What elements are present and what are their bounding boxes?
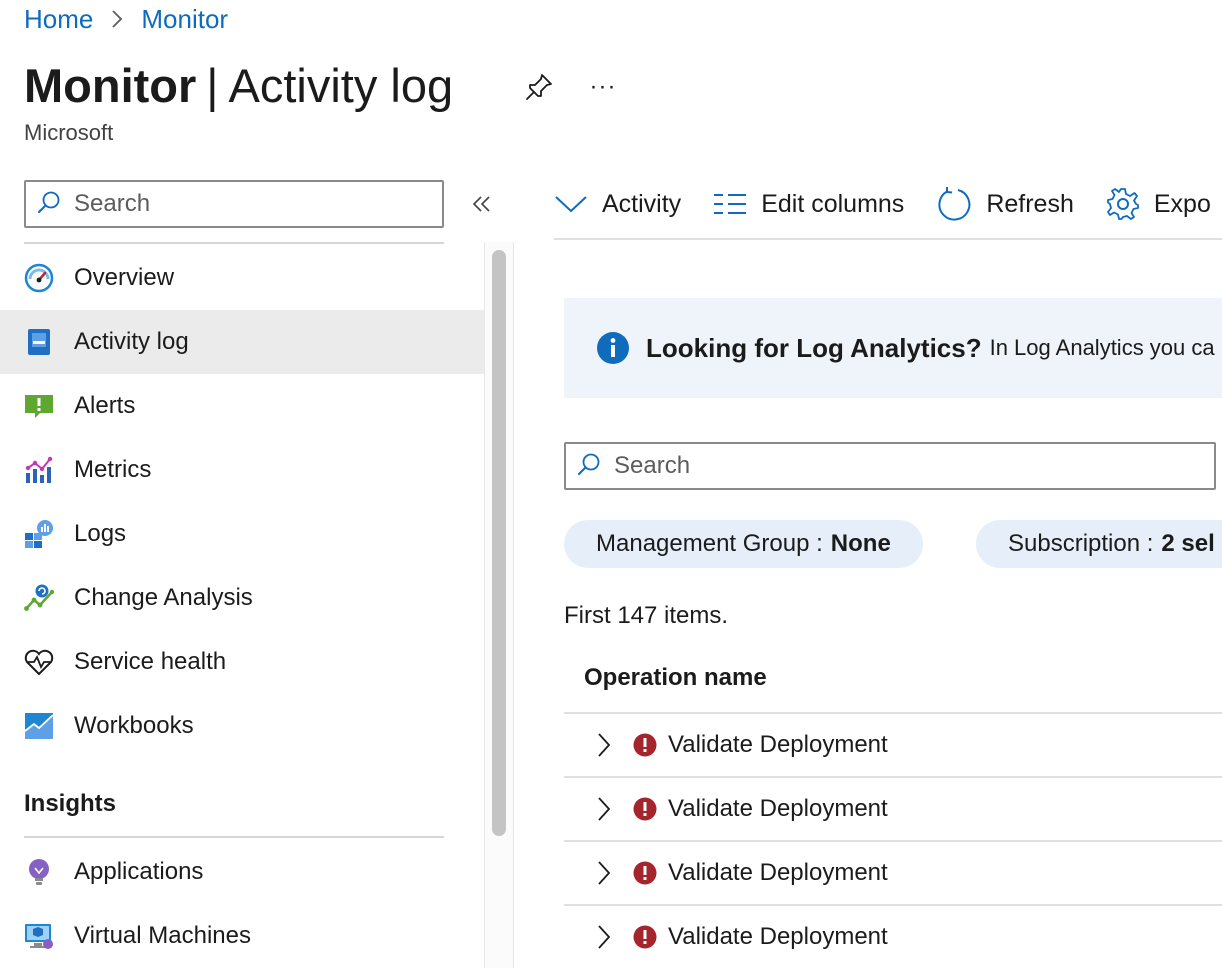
banner-text: In Log Analytics you ca [989, 335, 1215, 360]
sidebar-item-label: Logs [74, 520, 127, 547]
sidebar-item-label: Virtual Machines [74, 922, 251, 949]
sidebar-item-label: Activity log [74, 328, 189, 355]
export-button[interactable]: Expo [1106, 187, 1211, 221]
sidebar-item-label: Overview [74, 264, 175, 291]
sidebar-item-label: Change Analysis [74, 584, 253, 611]
filter-value: None [830, 530, 891, 557]
operation-name: Validate Deployment [668, 795, 888, 822]
sidebar-search-box[interactable] [24, 180, 444, 228]
edit-columns-button-label: Edit columns [761, 189, 905, 218]
column-header-operation-name[interactable]: Operation name [584, 664, 767, 692]
command-bar: Activity Edit columns Refresh Expo [554, 176, 1222, 232]
sidebar-item-label: Service health [74, 648, 227, 675]
sidebar-divider [24, 242, 444, 244]
filter-pill-management-group[interactable]: Management Group : None [564, 520, 923, 568]
sidebar-item-logs[interactable]: Logs [0, 502, 484, 566]
sidebar-item-label: Applications [74, 858, 204, 885]
gear-icon [1106, 187, 1140, 221]
filter-label: Subscription : [1008, 530, 1154, 557]
monitor-activity-log-page: Home Monitor Monitor | Activity log ··· Mi… [0, 0, 1222, 968]
table-row[interactable]: Validate Deployment [564, 778, 1222, 842]
results-count: First 147 items. [564, 602, 729, 629]
filter-value: 2 sel [1161, 530, 1215, 557]
change-analysis-icon [24, 583, 54, 613]
chevron-down-icon [554, 193, 588, 215]
expand-chevron-icon[interactable] [586, 727, 622, 763]
page-subtitle: Microsoft [24, 120, 114, 145]
expand-chevron-icon[interactable] [586, 919, 622, 955]
collapse-sidebar-icon[interactable] [466, 186, 498, 222]
operation-name: Validate Deployment [668, 859, 888, 886]
breadcrumb: Home Monitor [24, 2, 228, 36]
activity-table: Validate Deployment Validate Deployment … [564, 714, 1222, 968]
metrics-icon [24, 455, 54, 485]
sidebar-search-input[interactable] [74, 190, 414, 218]
columns-icon [713, 192, 747, 216]
error-icon [632, 860, 658, 886]
gauge-icon [24, 263, 54, 293]
breadcrumb-monitor[interactable]: Monitor [141, 4, 228, 35]
log-analytics-info-banner: Looking for Log Analytics? In Log Analyt… [564, 298, 1222, 398]
page-title-separator: | [206, 59, 219, 112]
banner-title: Looking for Log Analytics? [646, 332, 982, 363]
refresh-button-label: Refresh [986, 189, 1074, 218]
activity-log-icon [24, 327, 54, 357]
page-title-blade: Activity log [228, 59, 454, 112]
edit-columns-button[interactable]: Edit columns [713, 190, 904, 219]
sidebar-item-metrics[interactable]: Metrics [0, 438, 484, 502]
sidebar-item-overview[interactable]: Overview [0, 246, 484, 310]
table-row[interactable]: Validate Deployment [564, 906, 1222, 968]
info-icon [596, 331, 630, 365]
sidebar-item-label: Workbooks [74, 712, 194, 739]
sidebar-section-divider [24, 836, 444, 838]
filter-label: Management Group : [596, 530, 823, 557]
sidebar-item-service-health[interactable]: Service health [0, 630, 484, 694]
workbooks-icon [24, 711, 54, 741]
page-title-service: Monitor [24, 59, 197, 112]
sidebar-item-applications[interactable]: Applications [0, 840, 484, 904]
page-title: Monitor | Activity log [24, 56, 453, 116]
virtual-machine-icon [24, 921, 54, 951]
sidebar-item-label: Metrics [74, 456, 152, 483]
pin-icon[interactable] [520, 68, 558, 106]
error-icon [632, 732, 658, 758]
sidebar-scrollbar-thumb[interactable] [492, 250, 506, 836]
logs-icon [24, 519, 54, 549]
sidebar-item-activity-log[interactable]: Activity log [0, 310, 484, 374]
operation-name: Validate Deployment [668, 923, 888, 950]
export-button-label: Expo [1153, 189, 1211, 218]
operation-name: Validate Deployment [668, 731, 888, 758]
sidebar-item-label: Alerts [74, 392, 136, 419]
error-icon [632, 796, 658, 822]
more-options-icon[interactable]: ··· [586, 68, 620, 106]
lightbulb-icon [24, 857, 54, 887]
sidebar-insights-nav: Applications Virtual Machines [0, 840, 484, 968]
error-icon [632, 924, 658, 950]
filter-pill-subscription[interactable]: Subscription : 2 sel [976, 520, 1222, 568]
activity-button[interactable]: Activity [554, 190, 681, 219]
sidebar-item-workbooks[interactable]: Workbooks [0, 694, 484, 758]
sidebar-section-insights: Insights [24, 790, 117, 817]
breadcrumb-home[interactable]: Home [24, 4, 93, 35]
refresh-button[interactable]: Refresh [936, 186, 1074, 222]
sidebar-item-change-analysis[interactable]: Change Analysis [0, 566, 484, 630]
service-health-icon [24, 647, 54, 677]
expand-chevron-icon[interactable] [586, 791, 622, 827]
sidebar-item-virtual-machines[interactable]: Virtual Machines [0, 904, 484, 968]
chevron-right-icon [111, 9, 123, 29]
alert-icon [24, 391, 54, 421]
expand-chevron-icon[interactable] [586, 855, 622, 891]
table-row[interactable]: Validate Deployment [564, 714, 1222, 778]
search-icon [576, 451, 602, 482]
activity-search-box[interactable] [564, 442, 1216, 490]
activity-button-label: Activity [602, 189, 682, 218]
sidebar-item-alerts[interactable]: Alerts [0, 374, 484, 438]
sidebar-nav: Overview Activity log Alerts Metrics Log… [0, 246, 484, 758]
table-row[interactable]: Validate Deployment [564, 842, 1222, 906]
search-icon [36, 189, 62, 220]
command-bar-divider [554, 238, 1222, 240]
activity-search-input[interactable] [614, 452, 1174, 480]
refresh-icon [936, 186, 972, 222]
